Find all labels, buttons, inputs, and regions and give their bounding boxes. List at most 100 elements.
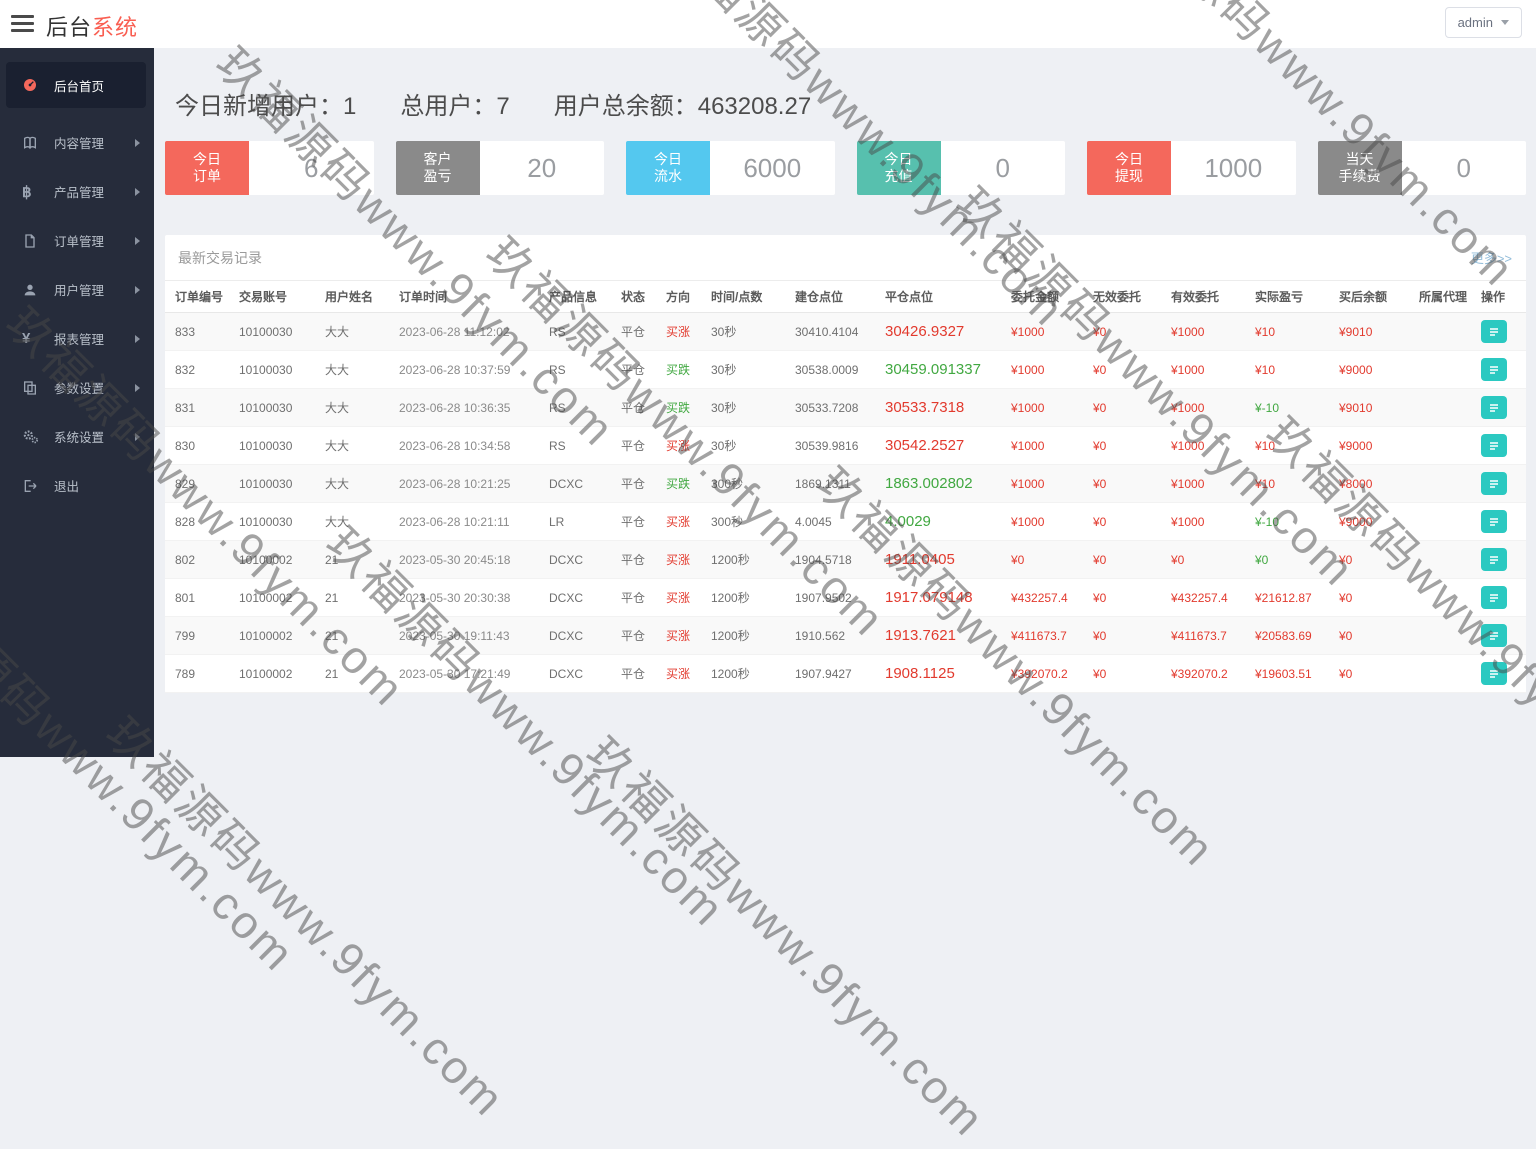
column-header: 平仓点位 <box>885 290 934 304</box>
detail-button[interactable] <box>1481 358 1507 381</box>
table-cell: RS <box>549 400 566 415</box>
table-cell: 30秒 <box>711 439 737 453</box>
detail-button[interactable] <box>1481 586 1507 609</box>
sidebar-item-logout[interactable]: 退出 <box>0 461 154 510</box>
stat-text: 用户总余额：463208.27 <box>553 93 812 120</box>
table-cell: ¥9010 <box>1339 324 1373 339</box>
chevron-right-icon <box>135 187 140 196</box>
table-header-row: 订单编号 交易账号 用户姓名 订单时间 产品信息 状态 方向 时间/点数 建仓点位 平仓点位 委托金… <box>165 281 1526 313</box>
table-cell: 830 <box>175 438 196 453</box>
table-cell: 平仓 <box>621 591 646 605</box>
table-cell: ¥20583.69 <box>1255 628 1312 643</box>
stat-text: 总用户：7 <box>400 93 510 120</box>
dashboard-icon <box>22 77 42 93</box>
table-cell: ¥411673.7 <box>1171 628 1227 643</box>
table-cell: ¥432257.4 <box>1011 590 1068 605</box>
book-icon <box>22 135 42 151</box>
table-cell: 大大 <box>325 439 350 453</box>
table-cell: 平仓 <box>621 477 646 491</box>
table-cell: 799 <box>175 628 196 643</box>
sidebar-item-home[interactable]: 后台首页 <box>6 62 146 108</box>
table-cell: 829 <box>175 476 196 491</box>
column-header: 交易账号 <box>239 290 288 304</box>
table-cell: DCXC <box>549 590 584 605</box>
table-cell: 30410.4104 <box>795 324 859 339</box>
table-cell: ¥1000 <box>1171 362 1205 377</box>
table-cell: 10100002 <box>239 552 293 567</box>
stat-text: 今日新增用户：1 <box>175 93 357 120</box>
detail-button[interactable] <box>1481 396 1507 419</box>
table-row: 832 10100030 大大 2023-06-28 10:37:59 RS 平仓 买跌 30… <box>165 351 1526 389</box>
table-cell: 平仓 <box>621 667 646 681</box>
table-cell: ¥1000 <box>1011 400 1045 415</box>
table-cell: 1917.079148 <box>885 589 973 606</box>
table-row: 789 10100002 21 2023-05-30 17:21:49 DCXC 平仓 买涨… <box>165 655 1526 693</box>
column-header: 订单时间 <box>399 290 448 304</box>
detail-button[interactable] <box>1481 662 1507 685</box>
yen-icon: ¥ <box>22 330 31 347</box>
watermark-text: 玖福源码www.9fym.com <box>576 727 996 1147</box>
table-cell: 30533.7208 <box>795 400 859 415</box>
detail-button[interactable] <box>1481 320 1507 343</box>
table-cell-actions <box>1481 358 1516 381</box>
stat-card-value: 20 <box>479 141 604 195</box>
table-cell: 买跌 <box>666 477 691 491</box>
sidebar-item-order[interactable]: 订单管理 <box>0 216 154 265</box>
sidebar-item-product[interactable]: ฿ 产品管理 <box>0 167 154 216</box>
file-icon <box>22 233 42 249</box>
sidebar-item-label: 用户管理 <box>54 284 105 298</box>
table-cell: ¥392070.2 <box>1171 666 1228 681</box>
table-cell: 10100030 <box>239 514 293 529</box>
table-row: 833 10100030 大大 2023-06-28 11:12:02 RS 平仓 买涨 30… <box>165 313 1526 351</box>
sidebar-item-system[interactable]: 系统设置 <box>0 412 154 461</box>
stat-card: 今日 流水 6000 <box>626 141 835 195</box>
more-link[interactable]: 更多>> <box>1471 248 1512 267</box>
watermark-text: 玖福源码www.9fym.com <box>96 707 516 1127</box>
table-body: 833 10100030 大大 2023-06-28 11:12:02 RS 平仓 买涨 30… <box>165 313 1526 693</box>
column-header: 实际盈亏 <box>1255 290 1304 304</box>
table-cell: ¥1000 <box>1011 476 1045 491</box>
stat-card: 客户 盈亏 20 <box>395 141 604 195</box>
table-cell: 21 <box>325 666 339 681</box>
stat-card: 当天 手续费 0 <box>1317 141 1526 195</box>
table-cell: 平仓 <box>621 363 646 377</box>
table-cell: ¥10 <box>1255 438 1276 453</box>
table-cell: 1200秒 <box>711 629 750 643</box>
table-cell: 大大 <box>325 515 350 529</box>
table-cell: ¥0 <box>1093 590 1107 605</box>
detail-button[interactable] <box>1481 548 1507 571</box>
hamburger-icon[interactable] <box>11 15 34 32</box>
detail-button[interactable] <box>1481 624 1507 647</box>
table-cell: ¥1000 <box>1171 324 1205 339</box>
sidebar-item-user[interactable]: 用户管理 <box>0 265 154 314</box>
table-cell: ¥0 <box>1255 552 1269 567</box>
detail-button[interactable] <box>1481 472 1507 495</box>
table-cell: 2023-06-28 10:37:59 <box>399 362 511 377</box>
table-cell: ¥392070.2 <box>1011 666 1068 681</box>
stat-card-label: 当天 手续费 <box>1317 141 1402 195</box>
table-cell: ¥1000 <box>1171 476 1205 491</box>
sidebar-item-report[interactable]: ¥ 报表管理 <box>0 314 154 363</box>
table-cell: ¥0 <box>1093 476 1107 491</box>
table-cell: 801 <box>175 590 196 605</box>
sidebar-item-content[interactable]: 内容管理 <box>0 118 154 167</box>
table-cell: 买涨 <box>666 553 691 567</box>
sidebar-item-params[interactable]: 参数设置 <box>0 363 154 412</box>
chevron-right-icon <box>135 138 140 147</box>
table-cell: 30539.9816 <box>795 438 859 453</box>
table-cell-actions <box>1481 662 1516 685</box>
table-cell-actions <box>1481 586 1516 609</box>
chevron-right-icon <box>135 285 140 294</box>
chevron-down-icon <box>1501 20 1509 25</box>
table-row: 829 10100030 大大 2023-06-28 10:21:25 DCXC 平仓 买跌… <box>165 465 1526 503</box>
user-menu-button[interactable]: admin <box>1444 7 1522 38</box>
stat-card-value: 0 <box>940 141 1065 195</box>
detail-button[interactable] <box>1481 510 1507 533</box>
table-cell: 2023-06-28 10:36:35 <box>399 400 511 415</box>
detail-button[interactable] <box>1481 434 1507 457</box>
table-cell: 30533.7318 <box>885 399 965 416</box>
stat-cards: 今日 订单 6 客户 盈亏 20 今日 流水 6000 今日 充值 0 今日 提现 1000 当天 … <box>165 141 1526 195</box>
table-cell: RS <box>549 324 566 339</box>
table-cell: ¥0 <box>1011 552 1025 567</box>
table-cell: DCXC <box>549 666 584 681</box>
